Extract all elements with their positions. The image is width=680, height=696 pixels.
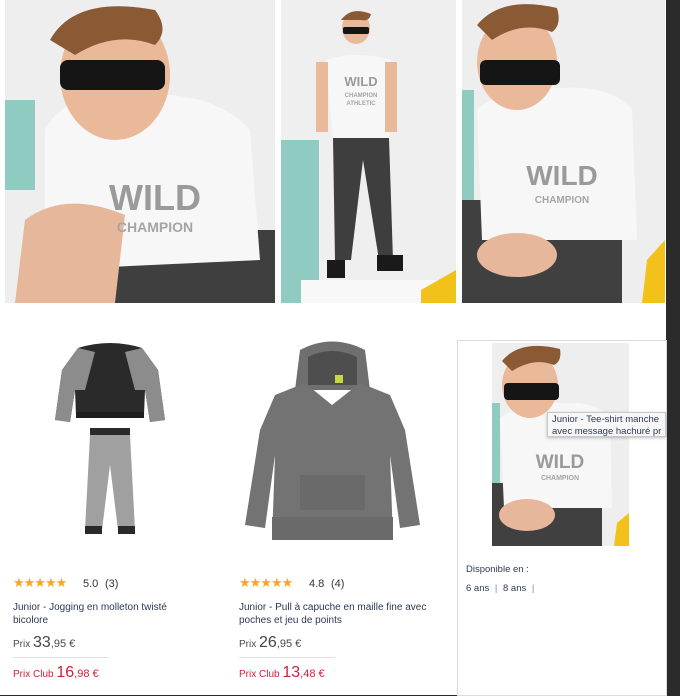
print-wild-2: WILD bbox=[344, 74, 377, 89]
price-divider bbox=[13, 657, 109, 658]
size-separator: | bbox=[494, 583, 498, 594]
product-price: Prix 33,95 € bbox=[13, 634, 75, 652]
product-price: Prix 26,95 € bbox=[239, 634, 301, 652]
product-listing-page: WILD CHAMPION WILD CHAMPION ATHLETIC WIL… bbox=[0, 0, 667, 696]
boy-sitting-photo: WILD CHAMPION bbox=[462, 0, 665, 303]
hero-image-closeup[interactable]: WILD CHAMPION bbox=[5, 0, 275, 303]
product-image-hoodie[interactable] bbox=[235, 335, 430, 550]
price-integer: 26 bbox=[259, 634, 277, 651]
club-price-label: Prix Club bbox=[239, 669, 280, 680]
club-price-label: Prix Club bbox=[13, 669, 54, 680]
price-divider bbox=[239, 657, 335, 658]
price-decimal: ,95 € bbox=[276, 638, 302, 650]
product-name-tooltip: Junior - Tee-shirt manche avec message h… bbox=[547, 412, 666, 437]
review-count[interactable]: (4) bbox=[331, 578, 344, 590]
review-count[interactable]: (3) bbox=[105, 578, 118, 590]
print-wild-4: WILD bbox=[536, 452, 585, 473]
print-champion-2: CHAMPION bbox=[345, 93, 378, 99]
rating-value: 5.0 bbox=[83, 578, 99, 590]
size-separator: | bbox=[531, 583, 535, 594]
club-price: Prix Club 13,48 € bbox=[239, 664, 325, 682]
grey-hoodie-photo bbox=[245, 341, 420, 540]
hero-image-full[interactable]: WILD CHAMPION ATHLETIC bbox=[281, 0, 456, 303]
rating-value: 4.8 bbox=[309, 578, 325, 590]
tooltip-line2: avec message hachuré pr bbox=[552, 426, 662, 437]
rating-stars: ★★★★★ bbox=[13, 575, 67, 590]
hero-image-sitting[interactable]: WILD CHAMPION bbox=[462, 0, 665, 303]
rating-stars: ★★★★★ bbox=[239, 575, 293, 590]
price-decimal: ,95 € bbox=[50, 638, 76, 650]
product-title-line2: bicolore bbox=[13, 615, 49, 626]
price-label: Prix bbox=[239, 639, 257, 650]
boy-tshirt-photo: WILD CHAMPION bbox=[492, 343, 629, 546]
print-champion-3: CHAMPION bbox=[535, 195, 589, 206]
print-wild: WILD bbox=[109, 177, 201, 218]
price-label: Prix bbox=[13, 639, 31, 650]
boy-sitting-closeup-photo: WILD CHAMPION bbox=[5, 0, 275, 303]
print-champion: CHAMPION bbox=[117, 219, 193, 235]
size-option[interactable]: 6 ans bbox=[466, 583, 489, 594]
print-champion-4: CHAMPION bbox=[541, 475, 579, 482]
tooltip-line1: Junior - Tee-shirt manche bbox=[552, 414, 660, 425]
size-option[interactable]: 8 ans bbox=[503, 583, 526, 594]
product-title[interactable]: Junior - Jogging en molleton twisté bico… bbox=[13, 601, 213, 627]
club-price-decimal: ,48 € bbox=[300, 668, 325, 680]
price-integer: 33 bbox=[33, 634, 51, 651]
product-image-tshirt[interactable]: WILD CHAMPION bbox=[492, 343, 629, 546]
print-athletic-2: ATHLETIC bbox=[346, 101, 376, 107]
boy-standing-full-photo: WILD CHAMPION ATHLETIC bbox=[281, 0, 456, 303]
club-price-integer: 16 bbox=[56, 664, 75, 681]
availability-label: Disponible en : bbox=[466, 564, 529, 575]
print-wild-3: WILD bbox=[526, 160, 598, 191]
jogging-set-photo bbox=[55, 343, 165, 534]
club-price: Prix Club 16,98 € bbox=[13, 664, 99, 682]
club-price-decimal: ,98 € bbox=[74, 668, 99, 680]
product-title-line1: Junior - Jogging en molleton twisté bbox=[13, 602, 167, 613]
size-options: 6 ans | 8 ans | bbox=[466, 583, 537, 594]
product-title-line2: poches et jeu de points bbox=[239, 615, 342, 626]
product-image-jogging[interactable] bbox=[40, 330, 180, 550]
product-title-line1: Junior - Pull à capuche en maille fine a… bbox=[239, 602, 427, 613]
product-title[interactable]: Junior - Pull à capuche en maille fine a… bbox=[239, 601, 444, 627]
club-price-integer: 13 bbox=[282, 664, 301, 681]
